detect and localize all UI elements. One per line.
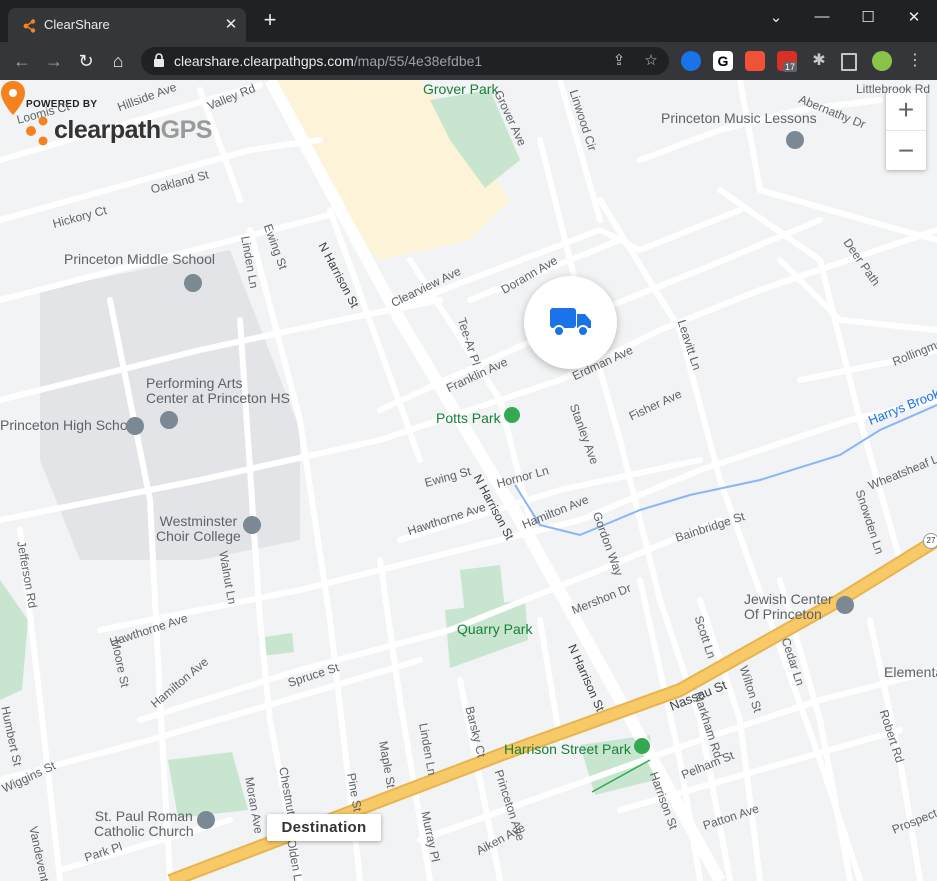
url-text: clearshare.clearpathgps.com/map/55/4e38e… (174, 53, 483, 69)
extension-swift-icon[interactable] (745, 51, 765, 71)
zoom-out-button[interactable]: − (886, 131, 926, 171)
minimize-button[interactable]: — (810, 8, 834, 25)
map-base (0, 80, 937, 881)
poi-quarry-park: Quarry Park (457, 621, 533, 637)
destination-label[interactable]: Destination (267, 814, 381, 841)
poi-grover-park: Grover Park (423, 81, 499, 97)
park-tree-icon (504, 407, 520, 423)
truck-icon (550, 308, 591, 337)
extension-badge: 17 (783, 62, 798, 72)
poi-music-lessons: Princeton Music Lessons (661, 110, 817, 126)
poi-jewish-center: Jewish Center Of Princeton (744, 591, 833, 622)
profile-avatar[interactable] (872, 51, 892, 71)
poi-middle-school: Princeton Middle School (64, 251, 215, 267)
back-icon[interactable]: ← (11, 50, 33, 72)
place-icon (243, 516, 261, 534)
route-27-shield-icon: 27 (923, 533, 937, 549)
lock-icon (154, 53, 164, 67)
menu-kebab-icon[interactable]: ⋮ (905, 51, 925, 71)
street-label: Littlebrook Rd (856, 82, 931, 96)
tab-strip: ClearShare ✕ + ⌄ — ☐ ✕ (0, 0, 937, 42)
forward-icon[interactable]: → (43, 50, 65, 72)
reload-icon[interactable]: ↻ (75, 50, 97, 72)
star-of-david-icon (836, 596, 854, 614)
maximize-button[interactable]: ☐ (856, 8, 880, 26)
poi-westminster: Westminster Choir College (156, 513, 241, 544)
poi-performing-arts: Performing Arts Center at Princeton HS (146, 375, 290, 406)
home-icon[interactable]: ⌂ (107, 50, 129, 72)
extensions-puzzle-icon[interactable]: ✱ (809, 51, 829, 71)
zoom-control: + − (886, 90, 926, 170)
tab-title: ClearShare (44, 17, 110, 32)
poi-elementary: Elementa (884, 664, 937, 680)
address-bar[interactable]: clearshare.clearpathgps.com/map/55/4e38e… (141, 47, 669, 75)
destination-pin-icon[interactable] (0, 80, 26, 116)
school-icon (786, 131, 804, 149)
place-icon (126, 417, 144, 435)
share-icon[interactable]: ⇪ (609, 51, 629, 71)
zoom-in-button[interactable]: + (886, 90, 926, 131)
church-icon (197, 811, 215, 829)
map-canvas[interactable]: POWERED BY clearpathGPS + − Grover Park … (0, 80, 937, 881)
side-panel-icon[interactable] (841, 53, 857, 71)
poi-high-school: Princeton High School (0, 417, 139, 433)
new-tab-button[interactable]: + (258, 9, 282, 31)
tab-search-icon[interactable]: ⌄ (764, 8, 788, 26)
poi-potts-park: Potts Park (436, 410, 501, 426)
browser-toolbar: ← → ↻ ⌂ clearshare.clearpathgps.com/map/… (0, 42, 937, 80)
poi-st-paul: St. Paul Roman Catholic Church (94, 808, 194, 839)
bookmark-star-icon[interactable]: ☆ (641, 51, 661, 71)
park-tree-icon (634, 738, 650, 754)
tab-close-icon[interactable]: ✕ (222, 15, 240, 33)
extension-calendar-icon[interactable]: 17 (777, 51, 798, 72)
clearpath-gps-logo: clearpathGPS (54, 116, 212, 144)
school-icon (160, 411, 178, 429)
extension-blue-icon[interactable] (681, 51, 701, 71)
poi-harrison-park: Harrison Street Park (504, 741, 631, 757)
extension-g-icon[interactable]: G (713, 51, 733, 71)
clearshare-favicon-icon (23, 19, 36, 33)
vehicle-marker[interactable] (524, 276, 617, 369)
browser-tab[interactable]: ClearShare ✕ (8, 8, 246, 42)
school-icon (184, 274, 202, 292)
close-window-button[interactable]: ✕ (902, 8, 926, 26)
